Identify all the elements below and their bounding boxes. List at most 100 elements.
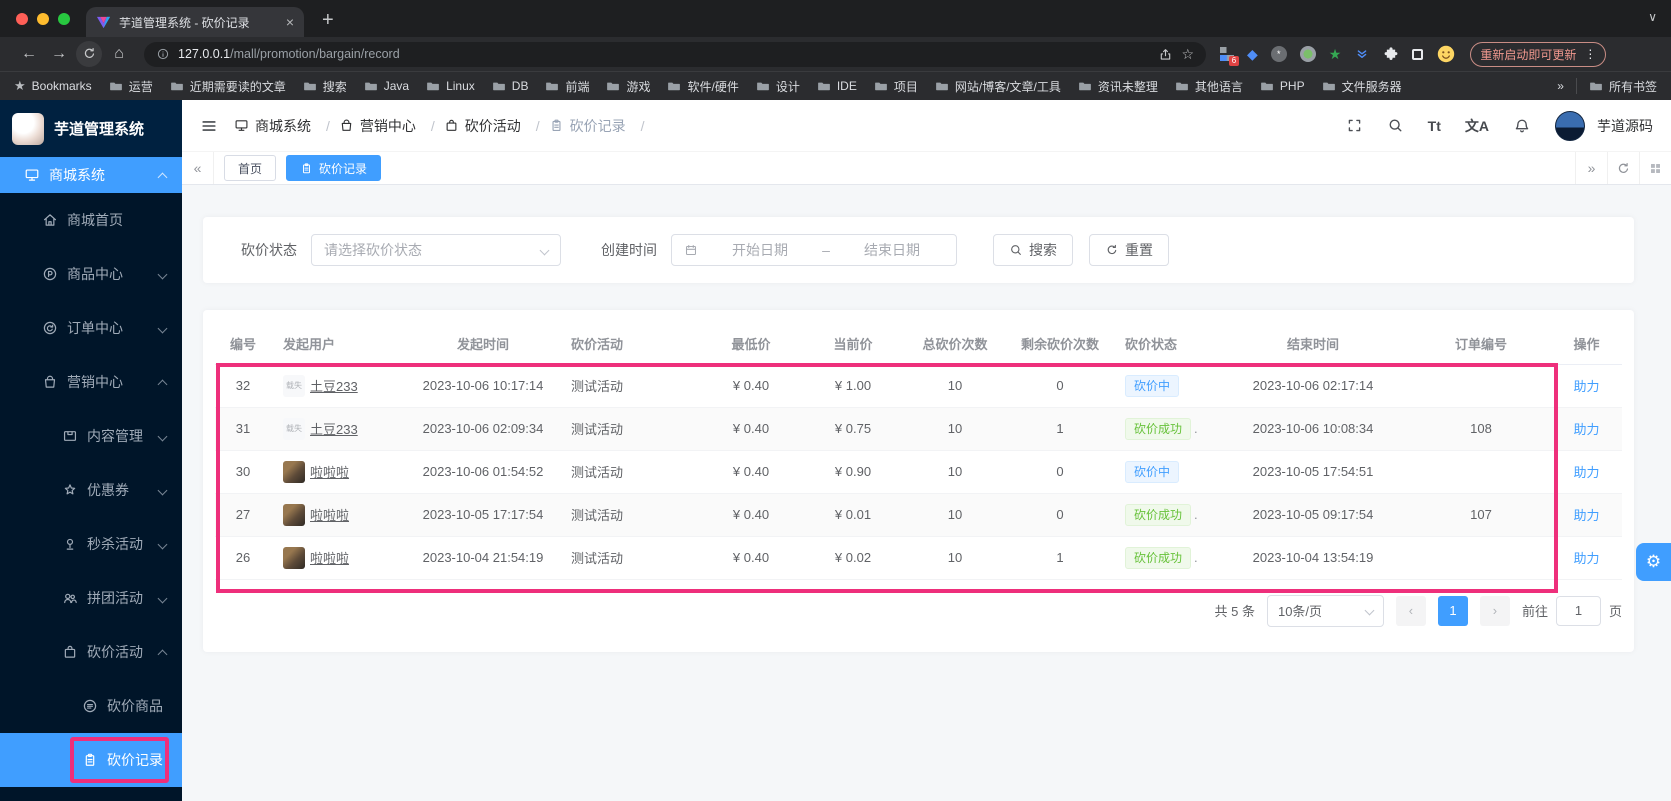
sidebar-item[interactable]: 拼团活动 xyxy=(0,571,182,625)
search-icon[interactable] xyxy=(1387,117,1404,134)
sidebar-item[interactable]: 砍价记录 xyxy=(0,733,182,787)
bookmarks-overflow-icon[interactable]: » xyxy=(1557,79,1564,93)
back-button[interactable]: ← xyxy=(14,45,44,63)
bookmark-item[interactable]: DB xyxy=(492,79,528,93)
extension-chevrons-icon[interactable] xyxy=(1354,46,1370,62)
home-button[interactable]: ⌂ xyxy=(104,45,134,63)
sidebar-item[interactable]: 优惠券 xyxy=(0,463,182,517)
table-header-cell: 结束时间 xyxy=(1215,324,1411,365)
font-size-icon[interactable]: Tt xyxy=(1428,118,1441,134)
page-size-select[interactable]: 10条/页 xyxy=(1266,594,1384,627)
all-bookmarks[interactable]: 所有书签 xyxy=(1589,78,1657,95)
browser-tab[interactable]: 芋道管理系统 - 砍价记录 × xyxy=(86,7,304,37)
sidebar-item[interactable]: 秒杀活动 xyxy=(0,517,182,571)
bookmark-item[interactable]: Java xyxy=(364,79,409,93)
traffic-light-close[interactable] xyxy=(16,12,28,25)
page-tab[interactable]: 首页 xyxy=(224,155,277,181)
hamburger-icon[interactable] xyxy=(200,117,218,135)
extension-green-circle-icon[interactable] xyxy=(1299,46,1316,62)
help-link[interactable]: 助力 xyxy=(1573,379,1599,394)
prev-page-button[interactable]: ‹ xyxy=(1395,595,1426,626)
sidebar-item[interactable]: 砍价活动 xyxy=(0,625,182,679)
fullscreen-icon[interactable] xyxy=(1346,117,1363,134)
bookmark-item[interactable]: 搜索 xyxy=(303,78,347,95)
breadcrumb-item[interactable]: 砍价活动 / xyxy=(444,116,549,136)
user-name[interactable]: 芋道源码 xyxy=(1597,116,1653,136)
status-select[interactable]: 请选择砍价状态 xyxy=(311,234,561,266)
bookmark-item[interactable]: 文件服务器 xyxy=(1322,78,1402,95)
user-name-link[interactable]: 土豆233 xyxy=(310,376,358,395)
search-button[interactable]: 搜索 xyxy=(993,234,1073,266)
extension-star-icon[interactable]: ★ xyxy=(1329,46,1342,63)
new-tab-button[interactable]: + xyxy=(322,9,334,32)
sidebar-item[interactable]: 商品中心 xyxy=(0,247,182,301)
bookmark-item[interactable]: 项目 xyxy=(874,78,918,95)
tabs-expand-icon[interactable]: » xyxy=(1575,152,1607,184)
page-tab[interactable]: 砍价记录 xyxy=(286,155,382,181)
extension-grid-icon[interactable]: 6 xyxy=(1220,47,1239,66)
layout-grid-icon[interactable] xyxy=(1639,152,1671,184)
date-range-input[interactable]: 开始日期 – 结束日期 xyxy=(671,234,957,266)
tab-close-icon[interactable]: × xyxy=(286,14,294,30)
extensions-puzzle-icon[interactable] xyxy=(1383,46,1399,62)
bell-icon[interactable] xyxy=(1513,117,1531,135)
sidebar-item[interactable]: 内容管理 xyxy=(0,409,182,463)
sidebar-item[interactable]: 营销中心 xyxy=(0,355,182,409)
help-link[interactable]: 助力 xyxy=(1573,422,1599,437)
app-logo-row[interactable]: 芋道管理系统 xyxy=(0,100,182,157)
bookmark-item[interactable]: 运营 xyxy=(109,78,153,95)
breadcrumb-item[interactable]: 商城系统 / xyxy=(234,116,339,136)
settings-gear-button[interactable]: ⚙ xyxy=(1636,543,1671,581)
extension-asterisk-icon[interactable]: * xyxy=(1270,46,1287,62)
bookmark-item[interactable]: 资讯未整理 xyxy=(1078,78,1158,95)
reset-button[interactable]: 重置 xyxy=(1089,234,1169,266)
breadcrumb-item[interactable]: 砍价记录 / xyxy=(549,116,654,136)
browser-menu-icon[interactable]: ⋮ xyxy=(1584,47,1596,61)
user-name-link[interactable]: 啦啦啦 xyxy=(310,462,349,481)
update-chip[interactable]: 重新启动即可更新 ⋮ xyxy=(1470,41,1607,67)
next-page-button[interactable]: › xyxy=(1479,595,1510,626)
language-icon[interactable]: 文A xyxy=(1465,116,1489,136)
bookmark-item[interactable]: Linux xyxy=(426,79,475,93)
user-avatar[interactable] xyxy=(1555,110,1585,141)
help-link[interactable]: 助力 xyxy=(1573,465,1599,480)
user-name-link[interactable]: 啦啦啦 xyxy=(310,505,349,524)
sidebar-item[interactable]: 砍价商品 xyxy=(0,679,182,733)
breadcrumb-label: 商城系统 xyxy=(255,117,311,134)
help-link[interactable]: 助力 xyxy=(1573,508,1599,523)
bookmark-item[interactable]: 网站/博客/文章/工具 xyxy=(935,78,1061,95)
bookmark-item[interactable]: 其他语言 xyxy=(1175,78,1243,95)
sidebar: 芋道管理系统 商城系统 商城首页 商品中心 订单中心 营销中心 内容管理 优惠券… xyxy=(0,100,182,801)
site-info-icon[interactable] xyxy=(156,47,170,61)
bookmark-item[interactable]: IDE xyxy=(817,79,857,93)
user-name-link[interactable]: 啦啦啦 xyxy=(310,548,349,567)
refresh-icon[interactable] xyxy=(1607,152,1639,184)
extension-square-icon[interactable] xyxy=(1412,48,1424,60)
traffic-light-minimize[interactable] xyxy=(37,12,49,25)
bookmark-item[interactable]: 设计 xyxy=(756,78,800,95)
tab-search-chevron-icon[interactable]: ∨ xyxy=(1648,10,1657,24)
sidebar-item[interactable]: 商城首页 xyxy=(0,193,182,247)
tabs-collapse-icon[interactable]: « xyxy=(182,152,214,184)
user-name-link[interactable]: 土豆233 xyxy=(310,419,358,438)
sidebar-item[interactable]: 订单中心 xyxy=(0,301,182,355)
bookmarks-root[interactable]: ★ Bookmarks xyxy=(14,78,92,94)
bookmark-item[interactable]: 软件/硬件 xyxy=(667,78,739,95)
forward-button[interactable]: → xyxy=(44,45,74,63)
bookmark-item[interactable]: 近期需要读的文章 xyxy=(170,78,286,95)
breadcrumb-item[interactable]: 营销中心 / xyxy=(339,116,444,136)
profile-avatar-icon[interactable] xyxy=(1436,44,1456,64)
page-number-button[interactable]: 1 xyxy=(1437,595,1468,626)
help-link[interactable]: 助力 xyxy=(1573,551,1599,566)
reload-button[interactable] xyxy=(76,41,102,67)
traffic-light-zoom[interactable] xyxy=(58,12,70,25)
sidebar-item[interactable]: 商城系统 xyxy=(0,157,182,193)
goto-page-input[interactable] xyxy=(1555,595,1601,626)
extension-gem-icon[interactable]: ◆ xyxy=(1247,46,1258,63)
bookmark-item[interactable]: PHP xyxy=(1260,79,1305,93)
omnibox[interactable]: 127.0.0.1/mall/promotion/bargain/record … xyxy=(144,41,1206,67)
bookmark-star-icon[interactable]: ☆ xyxy=(1181,46,1194,63)
bookmark-item[interactable]: 游戏 xyxy=(606,78,650,95)
share-icon[interactable] xyxy=(1158,47,1173,62)
bookmark-item[interactable]: 前端 xyxy=(545,78,589,95)
